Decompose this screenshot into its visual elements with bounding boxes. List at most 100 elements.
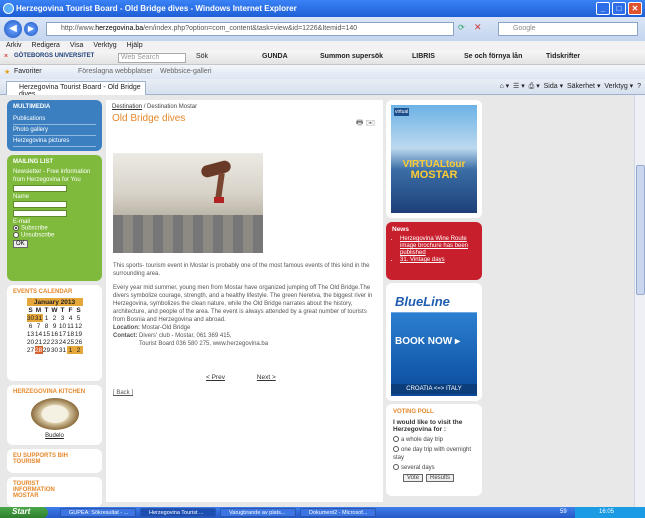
menu-view[interactable]: Visa (70, 42, 84, 49)
calendar-day[interactable]: 11 (67, 322, 75, 330)
name-field[interactable] (13, 201, 67, 208)
breadcrumb-home[interactable]: Destination (112, 104, 142, 110)
security-menu[interactable]: Säkerhet (567, 83, 595, 90)
email-field[interactable] (13, 210, 67, 217)
calendar-day[interactable]: 15 (43, 330, 51, 338)
calendar-day[interactable]: 1 (66, 346, 75, 354)
tidskrifter-link[interactable]: Tidskrifter (546, 53, 580, 60)
food-image[interactable] (30, 398, 79, 430)
taskbar-item[interactable]: Herzegovina Tourist ... (140, 508, 216, 517)
poll-option[interactable]: one day trip with overnight stay (393, 446, 475, 462)
link-photo-gallery[interactable]: Photo gallery (13, 125, 96, 136)
calendar-day[interactable]: 5 (75, 314, 83, 322)
calendar-day[interactable]: 8 (43, 322, 51, 330)
fornya-link[interactable]: Se och förnya lån (464, 53, 522, 60)
address-input[interactable]: http://www.herzegovina.ba/en/index.php?o… (46, 22, 454, 36)
unsubscribe-option[interactable]: Unsubscribe (13, 231, 96, 238)
libris-link[interactable]: LIBRIS (412, 53, 435, 60)
menu-tools[interactable]: Verktyg (93, 42, 116, 49)
page-menu[interactable]: Sida (544, 83, 558, 90)
blueline-ad[interactable]: BlueLine BOOK NOW ▸ CROATIA <=> ITALY (386, 283, 482, 401)
vote-button[interactable]: Vote (403, 474, 424, 482)
sok-button[interactable]: Sök (196, 53, 208, 60)
stop-icon[interactable]: ✕ (474, 22, 482, 33)
calendar-day[interactable]: 10 (59, 322, 67, 330)
taskbar-item[interactable]: Varugbrande av plats... (220, 508, 296, 517)
back-icon[interactable]: ◀ (4, 20, 22, 38)
subscribe-radio[interactable] (13, 225, 19, 231)
poll-radio[interactable] (393, 464, 399, 471)
minimize-button[interactable]: _ (596, 2, 610, 15)
web-slice-gallery[interactable]: Webbsice-galleri (160, 68, 212, 75)
print-email-icons[interactable]: 🖶 ✉ (356, 117, 375, 131)
news-item[interactable]: Herzegovina Wine Route image brochure ha… (400, 236, 476, 257)
prev-link[interactable]: < Prev (206, 374, 225, 381)
calendar-day[interactable]: 12 (75, 322, 83, 330)
back-link[interactable]: [ Back ] (113, 390, 133, 396)
start-button[interactable]: Start (0, 507, 48, 518)
calendar-day[interactable]: 4 (67, 314, 75, 322)
close-toolbar-icon[interactable]: × (4, 53, 8, 60)
calendar-day[interactable]: 28 (34, 346, 43, 354)
summon-link[interactable]: Summon supersök (320, 53, 383, 60)
calendar-day[interactable]: 21 (35, 338, 43, 346)
scrollbar-thumb[interactable] (636, 165, 645, 295)
calendar-day[interactable]: 31 (59, 346, 67, 354)
calendar-day[interactable]: 19 (75, 330, 83, 338)
tab-active[interactable]: Herzegovina Tourist Board - Old Bridge d… (6, 81, 146, 98)
calendar-day[interactable]: 26 (75, 338, 83, 346)
search-input[interactable]: Google (498, 22, 638, 36)
calendar-day[interactable]: 18 (67, 330, 75, 338)
feeds-icon[interactable]: ☰ ▾ (513, 83, 525, 90)
calendar-day[interactable]: 30 (51, 346, 59, 354)
calendar-day[interactable]: 17 (59, 330, 67, 338)
menu-edit[interactable]: Redigera (32, 42, 60, 49)
maximize-button[interactable]: □ (612, 2, 626, 15)
calendar-day[interactable]: 29 (43, 346, 51, 354)
vertical-scrollbar[interactable] (634, 95, 645, 507)
unsubscribe-radio[interactable] (13, 231, 19, 238)
refresh-icon[interactable]: ⟳ (458, 23, 465, 32)
results-button[interactable]: Results (426, 474, 455, 482)
eu-title[interactable]: EU SUPPORTS BIH TOURISM (13, 453, 96, 465)
forward-icon[interactable]: ▶ (24, 22, 38, 36)
calendar-day[interactable]: 25 (67, 338, 75, 346)
calendar-day[interactable]: 23 (51, 338, 59, 346)
calendar-day[interactable]: 27 (27, 346, 35, 354)
close-button[interactable]: ✕ (628, 2, 642, 15)
calendar-day[interactable]: 22 (43, 338, 51, 346)
calendar-day[interactable]: 2 (74, 346, 83, 354)
link-herzegovina-pictures[interactable]: Herzegovina pictures (13, 136, 96, 147)
calendar-day[interactable]: 31 (34, 314, 43, 322)
calendar-day[interactable]: 24 (59, 338, 67, 346)
subscribe-option[interactable]: Subscribe (13, 225, 96, 232)
favorites-button[interactable]: Favoriter (14, 68, 42, 75)
link-publications[interactable]: Publications (13, 114, 96, 125)
calendar-day[interactable]: 30 (26, 314, 35, 322)
calendar-day[interactable]: 14 (35, 330, 43, 338)
calendar-day[interactable]: 16 (51, 330, 59, 338)
calendar-day[interactable]: 2 (51, 314, 59, 322)
poll-radio[interactable] (393, 446, 399, 453)
calendar-day[interactable]: 9 (51, 322, 59, 330)
tourist-info-title[interactable]: TOURIST INFORMATION MOSTAR (13, 481, 73, 499)
virtual-tour-ad[interactable]: virtual VIRTUALtour MOSTAR (386, 100, 482, 218)
news-item[interactable]: 31. Vintage days (400, 257, 476, 264)
menu-help[interactable]: Hjälp (127, 42, 143, 49)
calendar-day[interactable]: 13 (27, 330, 35, 338)
poll-radio[interactable] (393, 436, 399, 443)
menu-file[interactable]: Arkiv (6, 42, 22, 49)
suggested-sites[interactable]: Föreslagna webbplatser (78, 68, 153, 75)
ok-button[interactable]: OK (13, 240, 28, 249)
calendar-day[interactable]: 3 (59, 314, 67, 322)
poll-option[interactable]: a whole day trip (393, 436, 475, 444)
taskbar-item[interactable]: Dokument2 - Microsof... (300, 508, 376, 517)
taskbar-item[interactable]: GUPEA: Sökresultat - ... (60, 508, 136, 517)
calendar-day[interactable]: 6 (27, 322, 35, 330)
gunda-link[interactable]: GUNDA (262, 53, 288, 60)
poll-option[interactable]: several days (393, 464, 475, 472)
kitchen-caption[interactable]: Budelo (45, 433, 64, 439)
gu-brand[interactable]: GÖTEBORGS UNIVERSITET (14, 53, 94, 59)
home-icon[interactable]: ⌂ ▾ (499, 83, 509, 90)
next-link[interactable]: Next > (257, 374, 276, 381)
